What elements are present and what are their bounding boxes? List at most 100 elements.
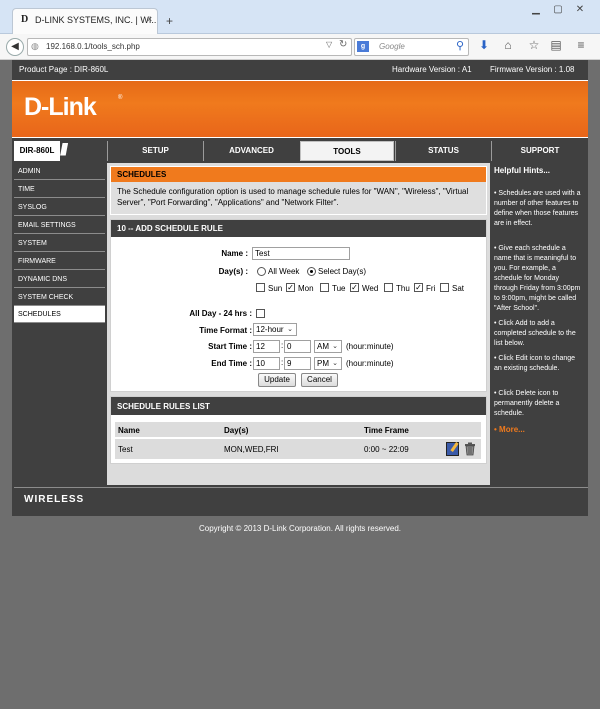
table-header xyxy=(115,422,481,437)
home-icon[interactable]: ⌂ xyxy=(500,38,516,56)
day-checkbox-tue[interactable] xyxy=(320,283,329,292)
slashes-decoration: /// xyxy=(60,140,68,159)
select-days-label: Select Day(s) xyxy=(318,267,367,276)
cancel-button[interactable]: Cancel xyxy=(301,373,338,387)
tab-advanced[interactable]: ADVANCED xyxy=(203,141,299,161)
end-time-label: End Time : xyxy=(211,359,252,368)
sidebar-item-system[interactable]: SYSTEM xyxy=(14,235,105,252)
section-title: SCHEDULES xyxy=(111,167,486,182)
reading-list-icon[interactable]: ▤ xyxy=(548,38,564,56)
all-week-radio[interactable] xyxy=(257,267,266,276)
day-label-mon: Mon xyxy=(298,284,314,293)
allday-checkbox[interactable] xyxy=(256,309,265,318)
sidebar-item-admin[interactable]: ADMIN xyxy=(14,163,105,180)
sidebar-item-dynamic-dns[interactable]: DYNAMIC DNS xyxy=(14,271,105,288)
header-banner xyxy=(12,80,588,138)
allday-label: All Day - 24 hrs : xyxy=(189,309,252,318)
hint-item: • Click Add to add a completed schedule … xyxy=(494,320,576,347)
start-colon: : xyxy=(281,341,284,350)
day-checkbox-wed[interactable]: ✓ xyxy=(350,283,359,292)
all-week-label: All Week xyxy=(268,267,300,276)
column-header-name: Name xyxy=(118,426,140,435)
download-icon[interactable]: ⬇ xyxy=(476,38,492,56)
tab-status[interactable]: STATUS xyxy=(395,141,491,161)
edit-icon[interactable] xyxy=(446,442,459,456)
url-bar[interactable]: 192.168.0.1/tools_sch.php xyxy=(27,38,352,56)
start-hour-input[interactable]: 12 xyxy=(253,340,280,353)
day-checkbox-fri[interactable]: ✓ xyxy=(414,283,423,292)
start-ampm-select[interactable]: AM ⌄ xyxy=(314,340,342,353)
search-icon[interactable]: ⚲ xyxy=(456,39,464,52)
tab-support[interactable]: SUPPORT xyxy=(491,141,588,161)
delete-icon[interactable] xyxy=(464,442,476,456)
hint-item: • Click Delete icon to permanently delet… xyxy=(494,390,560,417)
name-input[interactable]: Test xyxy=(252,247,350,260)
hint-item: • Give each schedule a name that is mean… xyxy=(494,245,581,312)
firmware-version: Firmware Version : 1.08 xyxy=(490,65,575,74)
wireless-label: WIRELESS xyxy=(24,494,85,505)
menu-icon[interactable]: ≡ xyxy=(573,38,589,56)
day-label-tue: Tue xyxy=(332,284,346,293)
product-page-link[interactable]: Product Page : DIR-860L xyxy=(19,65,108,74)
bookmark-star-icon[interactable]: ☆ xyxy=(526,38,542,56)
name-label: Name : xyxy=(221,249,248,258)
day-checkbox-sun[interactable] xyxy=(256,283,265,292)
sidebar-item-schedules[interactable]: SCHEDULES xyxy=(14,306,105,323)
end-colon: : xyxy=(281,358,284,367)
browser-tab[interactable]: D D-LINK SYSTEMS, INC. | WI... × xyxy=(12,8,158,35)
close-tab-icon[interactable]: × xyxy=(147,14,152,24)
start-time-hint: (hour:minute) xyxy=(346,342,394,351)
search-engine-icon[interactable]: g xyxy=(357,41,369,52)
new-tab-button[interactable]: + xyxy=(166,14,173,28)
row-days: MON,WED,FRI xyxy=(224,445,279,454)
time-format-label: Time Format : xyxy=(199,326,252,335)
days-label: Day(s) : xyxy=(218,267,248,276)
day-label-wed: Wed xyxy=(362,284,379,293)
reload-icon[interactable]: ↻ xyxy=(339,39,347,50)
start-time-label: Start Time : xyxy=(208,342,252,351)
sidebar-item-time[interactable]: TIME xyxy=(14,181,105,198)
site-info-icon[interactable]: ◍ xyxy=(31,41,39,52)
maximize-icon[interactable]: ▢ xyxy=(550,4,566,18)
sidebar-item-firmware[interactable]: FIRMWARE xyxy=(14,253,105,270)
column-header-days: Day(s) xyxy=(224,426,249,435)
day-label-fri: Fri xyxy=(426,284,436,293)
day-checkbox-mon[interactable]: ✓ xyxy=(286,283,295,292)
update-button[interactable]: Update xyxy=(258,373,296,387)
start-minute-input[interactable]: 0 xyxy=(284,340,311,353)
close-icon[interactable]: ✕ xyxy=(572,4,588,18)
day-checkbox-thu[interactable] xyxy=(384,283,393,292)
hardware-version: Hardware Version : A1 xyxy=(392,65,472,74)
sidebar-item-system-check[interactable]: SYSTEM CHECK xyxy=(14,289,105,306)
hint-item: • Click Edit icon to change an existing … xyxy=(494,355,576,372)
end-hour-input[interactable]: 10 xyxy=(253,357,280,370)
model-label: DIR-860L xyxy=(14,141,60,161)
chevron-down-icon: ⌄ xyxy=(287,326,293,333)
hints-title: Helpful Hints... xyxy=(494,166,550,175)
sidebar-item-email-settings[interactable]: EMAIL SETTINGS xyxy=(14,217,105,234)
select-days-radio[interactable] xyxy=(307,267,316,276)
url-dropdown-icon[interactable]: ▽ xyxy=(326,40,332,49)
day-label-thu: Thu xyxy=(396,284,410,293)
end-minute-input[interactable]: 9 xyxy=(284,357,311,370)
tab-setup[interactable]: SETUP xyxy=(107,141,203,161)
rules-list-heading: SCHEDULE RULES LIST xyxy=(111,397,486,415)
copyright-text: Copyright © 2013 D-Link Corporation. All… xyxy=(199,524,401,533)
tab-title: D-LINK SYSTEMS, INC. | WI... xyxy=(35,15,158,25)
start-ampm-value: AM xyxy=(317,342,329,351)
row-name: Test xyxy=(118,445,133,454)
minimize-icon[interactable]: ▁ xyxy=(528,4,544,18)
end-ampm-select[interactable]: PM ⌄ xyxy=(314,357,342,370)
more-link[interactable]: • More... xyxy=(494,425,525,434)
chevron-down-icon: ⌄ xyxy=(332,343,338,350)
end-time-hint: (hour:minute) xyxy=(346,359,394,368)
tab-tools[interactable]: TOOLS xyxy=(300,141,394,161)
day-checkbox-sat[interactable] xyxy=(440,283,449,292)
back-icon[interactable]: ◀ xyxy=(6,38,24,56)
dlink-logo: D-Link xyxy=(24,93,97,121)
search-input[interactable]: Google xyxy=(354,38,469,56)
chevron-down-icon: ⌄ xyxy=(332,360,338,367)
time-format-select[interactable]: 12-hour ⌄ xyxy=(253,323,297,336)
hint-item: • Schedules are used with a number of ot… xyxy=(494,190,581,227)
sidebar-item-syslog[interactable]: SYSLOG xyxy=(14,199,105,216)
